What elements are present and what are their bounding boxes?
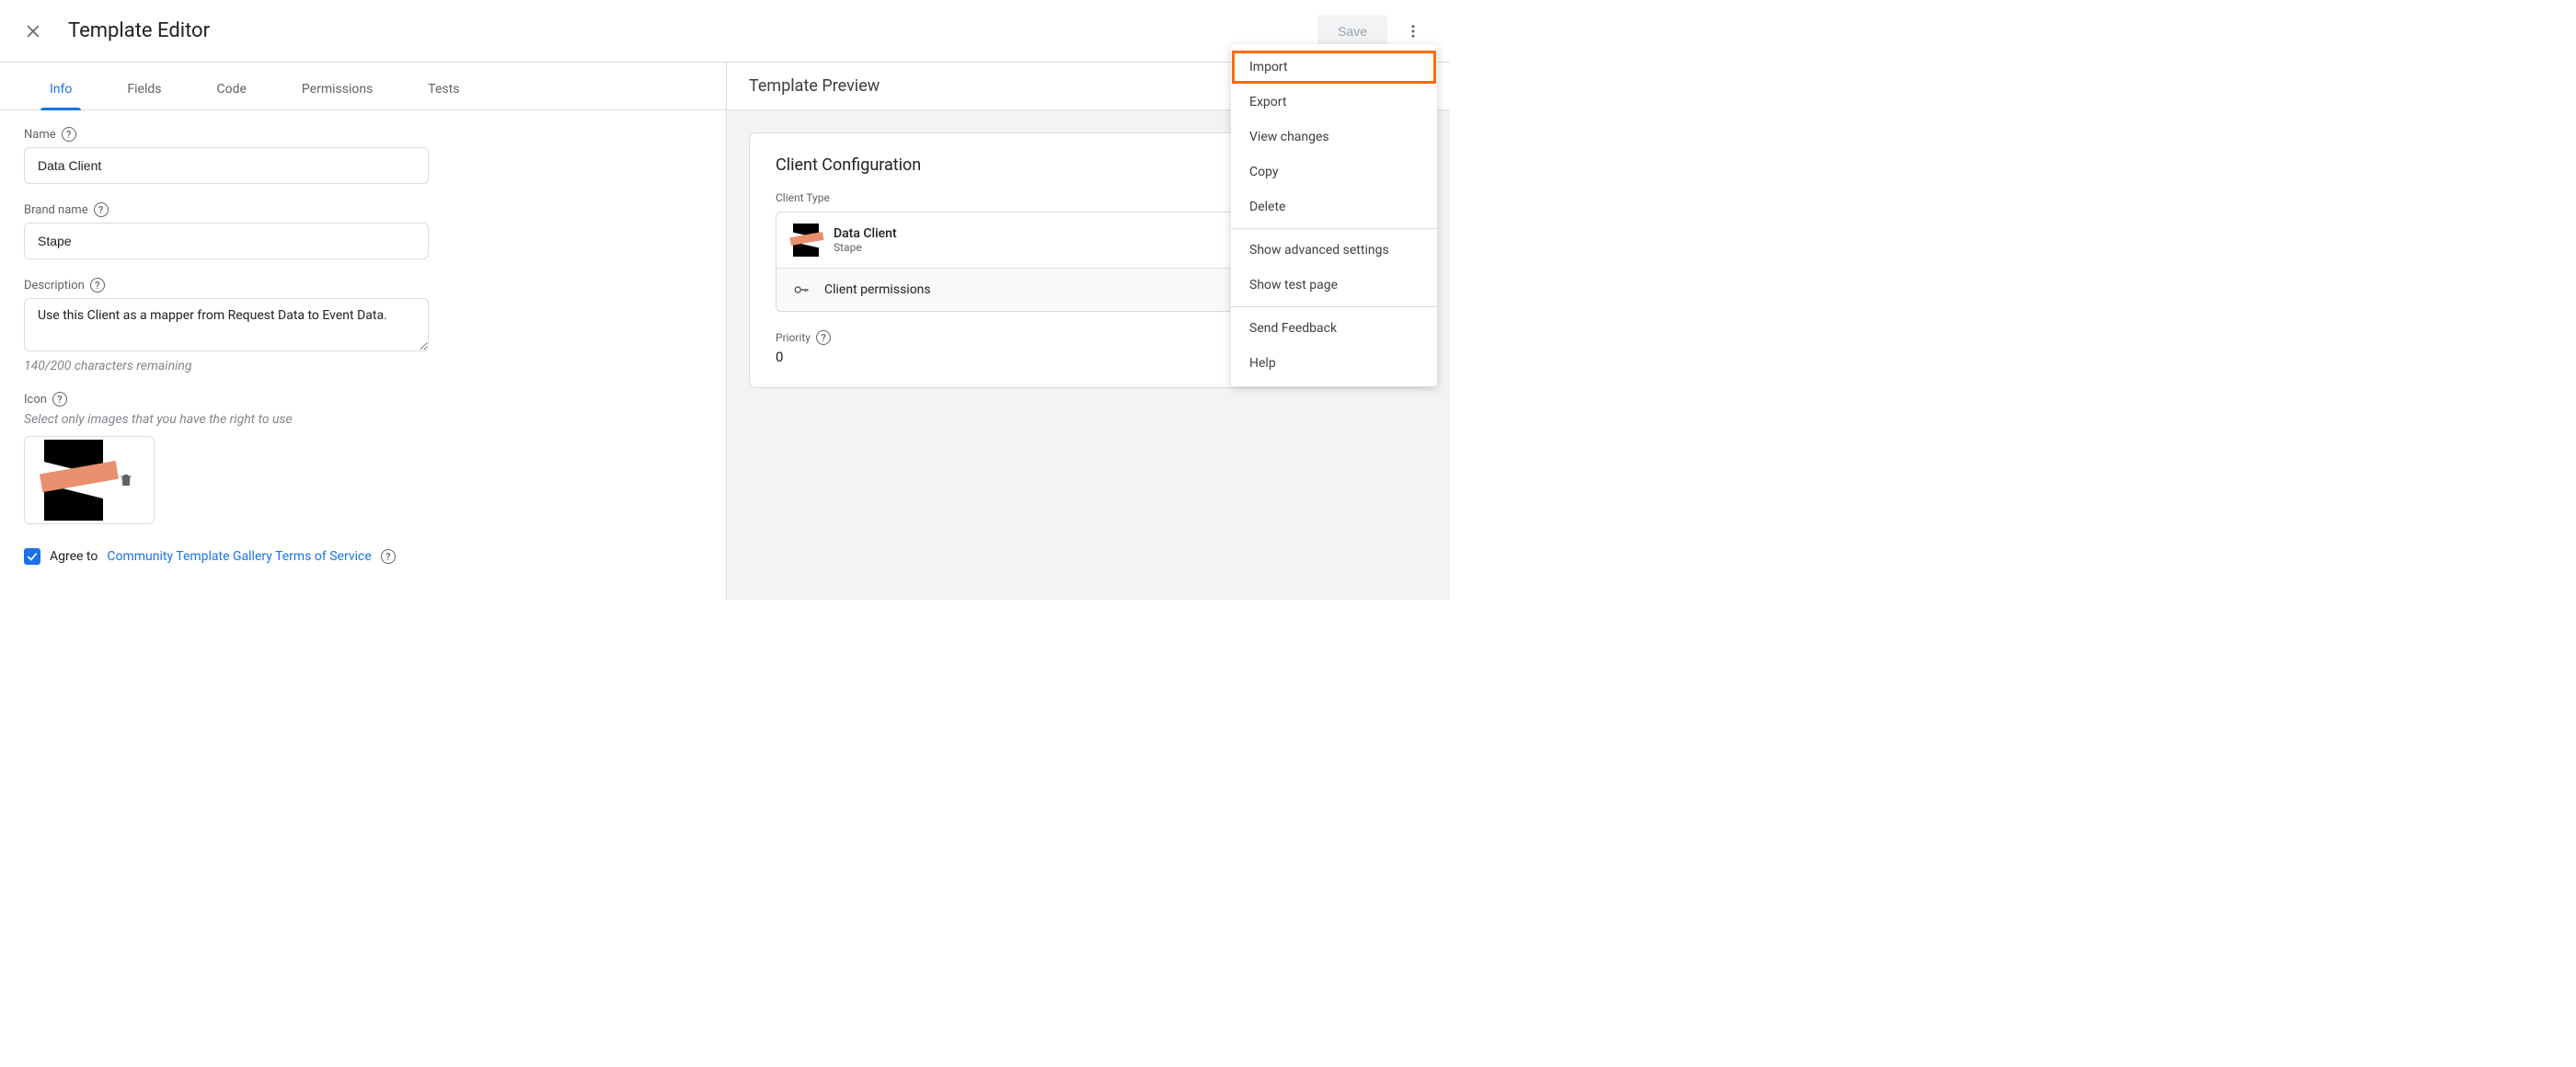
description-field: Description ? 140/200 characters remaini… bbox=[24, 278, 702, 373]
overflow-menu: ImportExportView changesCopyDelete Show a… bbox=[1231, 44, 1437, 386]
agree-text: Agree to bbox=[50, 549, 98, 564]
menu-item-show-test-page[interactable]: Show test page bbox=[1231, 268, 1437, 303]
name-input[interactable] bbox=[24, 147, 429, 184]
agree-row: Agree to Community Template Gallery Term… bbox=[24, 548, 702, 565]
trash-icon[interactable] bbox=[118, 472, 134, 488]
tos-link[interactable]: Community Template Gallery Terms of Serv… bbox=[107, 549, 371, 564]
brand-icon bbox=[793, 224, 819, 257]
client-subtitle: Stape bbox=[834, 241, 897, 254]
icon-field: Icon ? Select only images that you have … bbox=[24, 392, 702, 524]
menu-item-view-changes[interactable]: View changes bbox=[1231, 120, 1437, 155]
icon-helper: Select only images that you have the rig… bbox=[24, 412, 702, 427]
page-title: Template Editor bbox=[68, 19, 210, 42]
close-icon bbox=[24, 22, 42, 40]
priority-label: Priority bbox=[776, 331, 811, 344]
client-name: Data Client bbox=[834, 226, 897, 241]
menu-item-export[interactable]: Export bbox=[1231, 85, 1437, 120]
help-icon[interactable]: ? bbox=[52, 392, 67, 407]
editor-pane: Info Fields Code Permissions Tests Name ? Br… bbox=[0, 63, 727, 600]
topbar: Template Editor Save ImportExportView ch… bbox=[0, 0, 1450, 63]
agree-checkbox[interactable] bbox=[24, 548, 40, 565]
name-label: Name bbox=[24, 128, 56, 142]
menu-item-show-advanced-settings[interactable]: Show advanced settings bbox=[1231, 233, 1437, 268]
tab-info[interactable]: Info bbox=[42, 82, 79, 109]
save-button[interactable]: Save bbox=[1317, 15, 1387, 48]
icon-thumbnail[interactable] bbox=[24, 436, 155, 524]
key-icon bbox=[793, 281, 810, 298]
menu-item-import[interactable]: Import bbox=[1231, 50, 1437, 85]
description-input[interactable] bbox=[24, 298, 429, 351]
menu-item-help[interactable]: Help bbox=[1231, 346, 1437, 381]
tab-permissions[interactable]: Permissions bbox=[294, 82, 380, 109]
name-field: Name ? bbox=[24, 127, 702, 184]
menu-divider bbox=[1231, 306, 1437, 307]
help-icon[interactable]: ? bbox=[90, 278, 105, 293]
help-icon[interactable]: ? bbox=[816, 330, 831, 345]
client-permissions-label: Client permissions bbox=[824, 282, 931, 297]
tabs: Info Fields Code Permissions Tests bbox=[0, 63, 726, 110]
tab-fields[interactable]: Fields bbox=[120, 82, 168, 109]
description-helper: 140/200 characters remaining bbox=[24, 359, 702, 373]
icon-label: Icon bbox=[24, 393, 47, 407]
info-form: Name ? Brand name ? Description bbox=[0, 110, 726, 587]
menu-item-send-feedback[interactable]: Send Feedback bbox=[1231, 311, 1437, 346]
menu-item-copy[interactable]: Copy bbox=[1231, 155, 1437, 189]
help-icon[interactable]: ? bbox=[381, 549, 396, 564]
check-icon bbox=[26, 550, 39, 563]
tab-code[interactable]: Code bbox=[209, 82, 253, 109]
menu-divider bbox=[1231, 228, 1437, 229]
tab-tests[interactable]: Tests bbox=[420, 82, 466, 109]
menu-item-delete[interactable]: Delete bbox=[1231, 189, 1437, 224]
help-icon[interactable]: ? bbox=[62, 127, 76, 142]
help-icon[interactable]: ? bbox=[94, 202, 109, 217]
brand-label: Brand name bbox=[24, 203, 88, 217]
brand-field: Brand name ? bbox=[24, 202, 702, 259]
brand-icon bbox=[44, 440, 103, 521]
app-root: Template Editor Save ImportExportView ch… bbox=[0, 0, 1450, 600]
brand-input[interactable] bbox=[24, 223, 429, 259]
kebab-icon bbox=[1405, 23, 1421, 40]
description-label: Description bbox=[24, 279, 85, 293]
close-button[interactable] bbox=[15, 13, 52, 50]
